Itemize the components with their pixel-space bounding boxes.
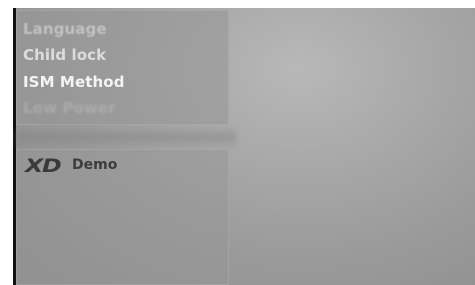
- tv-screen: Language Child lock ISM Method Low Power…: [13, 8, 475, 285]
- menu-item-language[interactable]: Language: [23, 20, 107, 38]
- menu-item-ism-method[interactable]: ISM Method: [23, 73, 125, 91]
- menu-divider: [16, 127, 236, 149]
- demo-label: Demo: [72, 157, 118, 173]
- xd-logo: XD: [25, 155, 62, 177]
- menu-item-low-power[interactable]: Low Power: [23, 99, 116, 117]
- settings-menu: Language Child lock ISM Method Low Power: [16, 10, 229, 125]
- demo-panel: XD Demo: [16, 149, 229, 285]
- menu-item-child-lock[interactable]: Child lock: [23, 46, 106, 64]
